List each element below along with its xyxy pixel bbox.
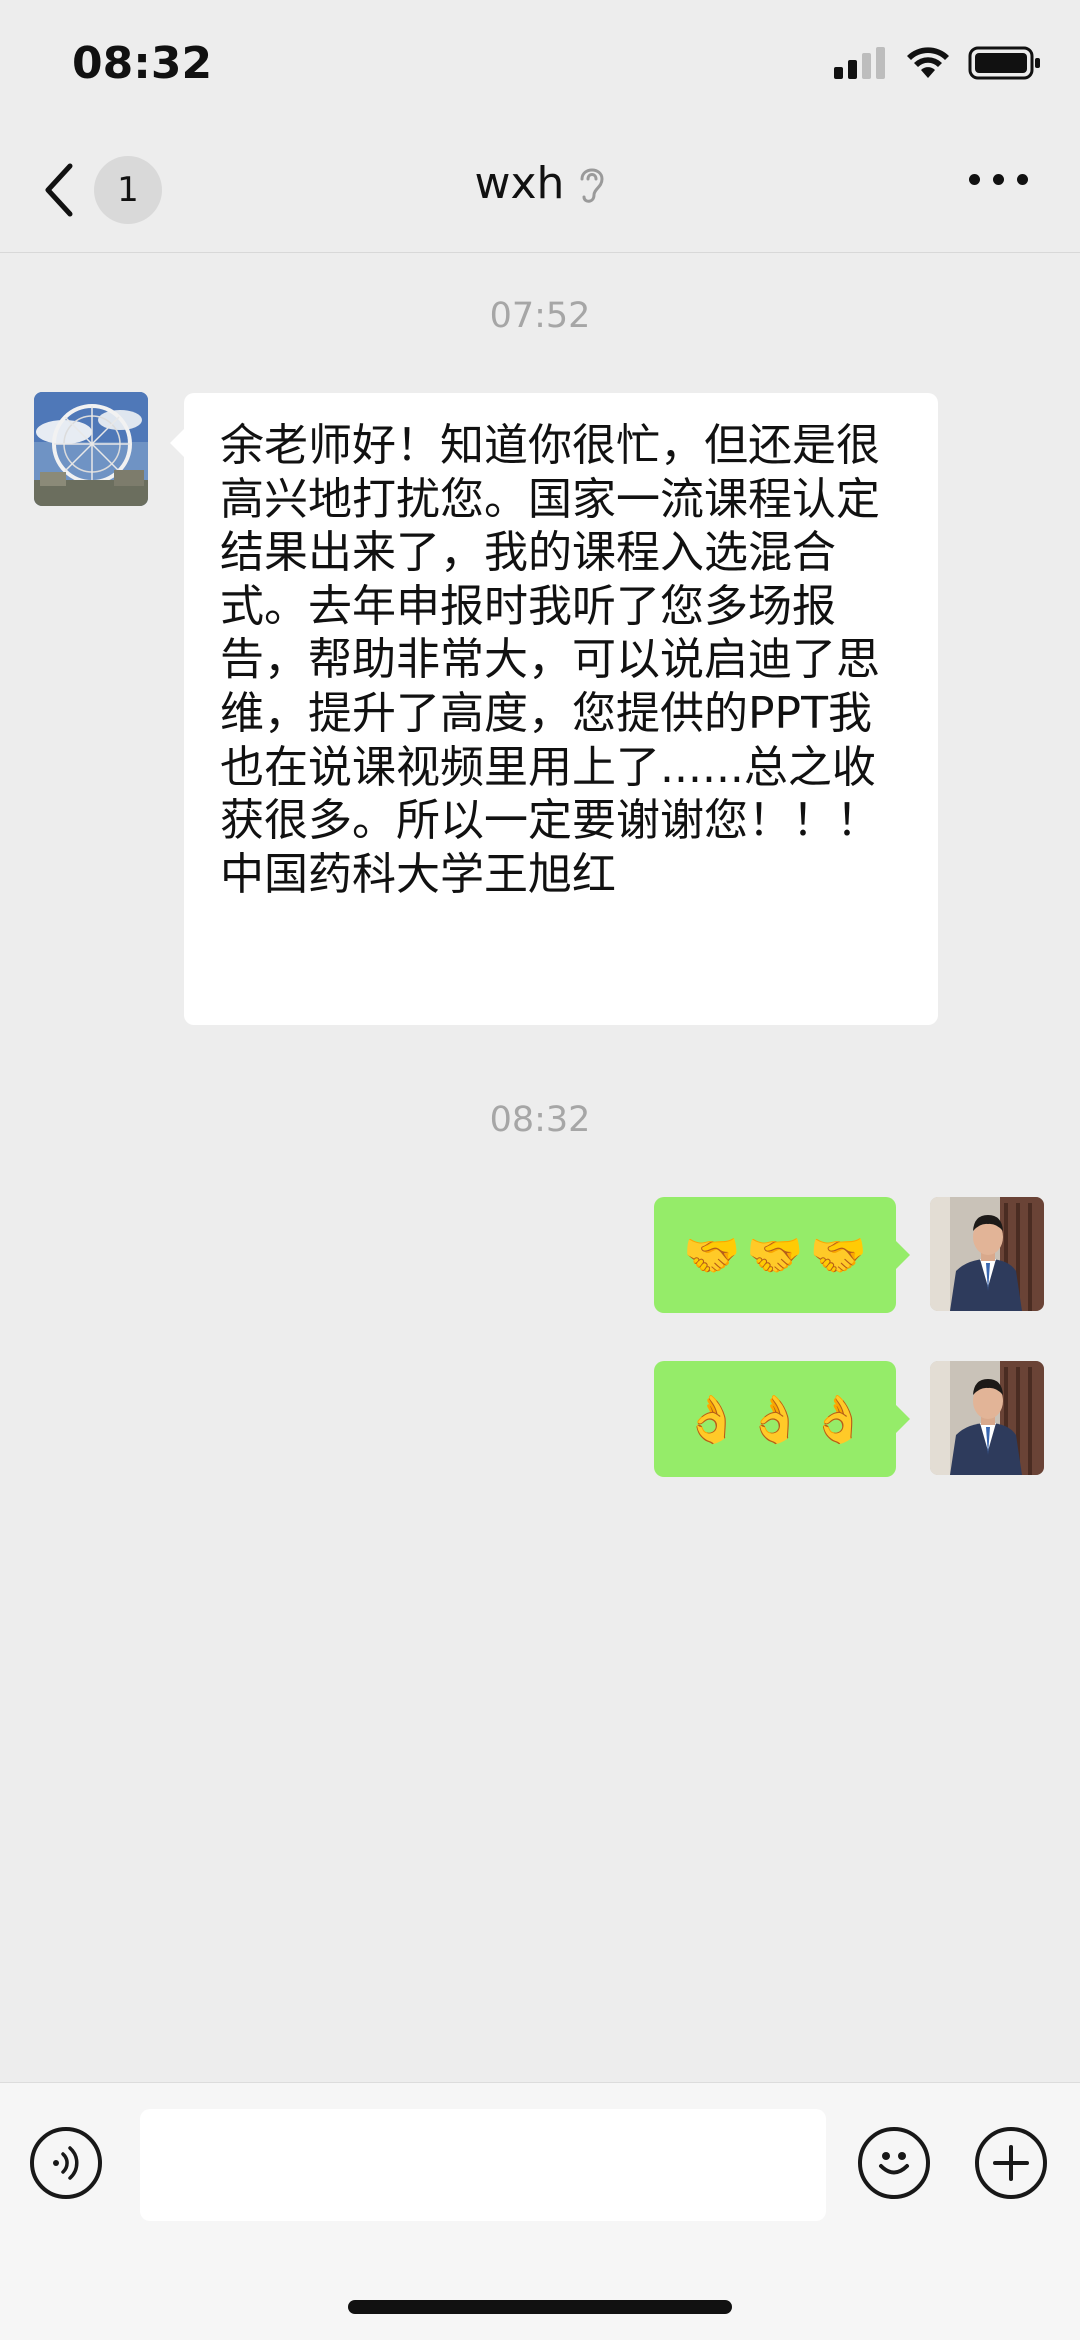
ok-hand-emoji: 👌 [809,1391,867,1446]
ok-hand-emoji: 👌 [683,1391,741,1446]
cellular-signal-icon [834,47,885,79]
timestamp: 07:52 [489,296,591,336]
smiley-icon [879,2152,909,2175]
chat-header: 1 wxh [0,130,1080,253]
voice-icon [53,2146,79,2180]
sent-message-bubble[interactable]: 🤝 🤝 🤝 [654,1197,910,1313]
ferris-wheel-avatar-image [34,392,148,506]
ok-hand-emoji: 👌 [746,1391,804,1446]
received-message-bubble[interactable]: 余老师好！知道你很忙，但还是很高兴地打扰您。国家一流课程认定结果出来了，我的课程… [170,393,938,1025]
ear-icon [580,168,604,203]
my-avatar[interactable] [930,1197,1044,1311]
handshake-emoji: 🤝 [746,1227,804,1282]
more-options-icon[interactable] [969,174,1028,185]
my-avatar[interactable] [930,1361,1044,1475]
user-avatar-image [930,1361,1044,1475]
home-indicator[interactable] [348,2300,732,2314]
emoji-button[interactable] [858,2127,930,2199]
chat-title-container: wxh [0,158,1080,209]
plus-icon [993,2145,1029,2181]
message-input[interactable] [140,2109,826,2221]
status-bar: 08:32 [0,0,1080,130]
wifi-icon [907,47,949,78]
status-time: 08:32 [72,38,213,89]
handshake-emoji: 🤝 [809,1227,867,1282]
sent-message-bubble[interactable]: 👌 👌 👌 [654,1361,910,1477]
timestamp: 08:32 [489,1100,591,1140]
chat-title: wxh [474,158,565,209]
more-functions-button[interactable] [975,2127,1047,2199]
contact-avatar[interactable] [34,392,148,506]
user-avatar-image [930,1197,1044,1311]
status-icons [834,46,1042,80]
battery-icon [968,46,1040,80]
voice-input-button[interactable] [30,2127,102,2199]
handshake-emoji: 🤝 [683,1227,741,1282]
